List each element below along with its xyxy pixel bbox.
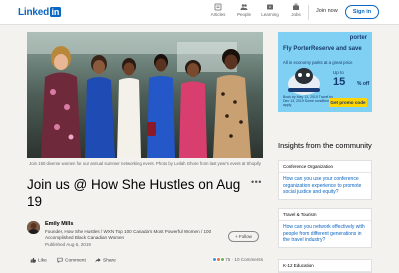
comment-button[interactable]: Comment	[57, 257, 86, 264]
nav-item-label: Jobs	[291, 12, 301, 17]
ad-up-to: Up to	[333, 70, 344, 75]
insight-tag[interactable]: K-12 Education	[279, 260, 371, 272]
author-headline: Founder, How She Hustles / WXN Top 100 C…	[45, 229, 212, 240]
more-options-icon[interactable]: •••	[251, 177, 262, 187]
separator: ·	[231, 257, 234, 262]
sign-in-button[interactable]: Sign in	[345, 5, 379, 19]
articles-icon	[214, 3, 222, 11]
jobs-icon	[293, 3, 299, 10]
porter-logo: porter	[349, 35, 367, 41]
social-actions: Like Comment Share 75 · 10 Comments	[27, 257, 263, 267]
insight-question[interactable]: How can you use your conference organiza…	[279, 173, 371, 199]
ad-terms: Book by May 13, 2019 Travel by Dec 13, 2…	[283, 95, 333, 108]
ad-subline: All in economy parks at a great price	[283, 60, 353, 65]
comment-icon	[57, 257, 63, 263]
reactions-count: 75	[225, 257, 231, 262]
insight-tag[interactable]: Conference Organization	[279, 161, 371, 173]
ad-off: % off	[357, 81, 370, 87]
share-label: Share	[103, 258, 116, 264]
join-now-link[interactable]: Join now	[316, 8, 338, 14]
logo-text: Linked	[18, 7, 50, 18]
insight-tag[interactable]: Travel & Tourism	[279, 209, 371, 221]
like-label: Like	[38, 258, 47, 264]
nav-item-label: Articles	[210, 12, 226, 17]
insights-heading: Insights from the community	[278, 141, 372, 150]
top-nav: Linked in Articles People Learning Jobs J…	[0, 0, 399, 25]
nav-item-label: People	[236, 12, 251, 17]
insight-question[interactable]: How can you network effectively with peo…	[279, 221, 371, 247]
insight-card[interactable]: Conference Organization How can you use …	[278, 160, 372, 200]
article-title: Join us @ How She Hustles on Aug 19	[27, 177, 241, 209]
nav-item-label: Learning	[261, 12, 279, 17]
learning-icon	[267, 4, 273, 10]
like-button[interactable]: Like	[30, 257, 47, 264]
porter-ad[interactable]: porter Fly PorterReserve and save All in…	[278, 32, 372, 112]
comments-count[interactable]: 10 Comments	[234, 257, 263, 262]
insight-card[interactable]: Travel & Tourism How can you network eff…	[278, 208, 372, 248]
people-icon	[240, 4, 248, 10]
hero-caption: Join 150 diverse women for our annual su…	[29, 161, 261, 166]
follow-button[interactable]: + Follow	[228, 231, 259, 242]
nav-divider	[308, 5, 309, 20]
insight-card[interactable]: K-12 Education	[278, 259, 372, 273]
logo-badge: in	[50, 7, 61, 17]
share-icon	[95, 258, 101, 263]
published-date: Published Aug 6, 2019	[45, 242, 91, 247]
author-avatar[interactable]	[27, 221, 40, 234]
linkedin-logo[interactable]: Linked in	[18, 7, 61, 18]
ad-percent: 15	[333, 76, 346, 88]
raccoon-mascot-icon	[288, 68, 320, 95]
nav-item-jobs[interactable]: Jobs	[281, 3, 311, 17]
author-name[interactable]: Emily Mills	[45, 221, 73, 227]
ad-headline: Fly PorterReserve and save	[283, 46, 362, 52]
reactions-summary[interactable]: 75 · 10 Comments	[211, 257, 263, 262]
share-button[interactable]: Share	[95, 257, 116, 264]
comment-label: Comment	[65, 258, 86, 264]
get-promo-code-button[interactable]: Get promo code	[329, 98, 367, 107]
hero-photo	[27, 32, 263, 158]
thumbs-up-icon	[30, 257, 36, 263]
